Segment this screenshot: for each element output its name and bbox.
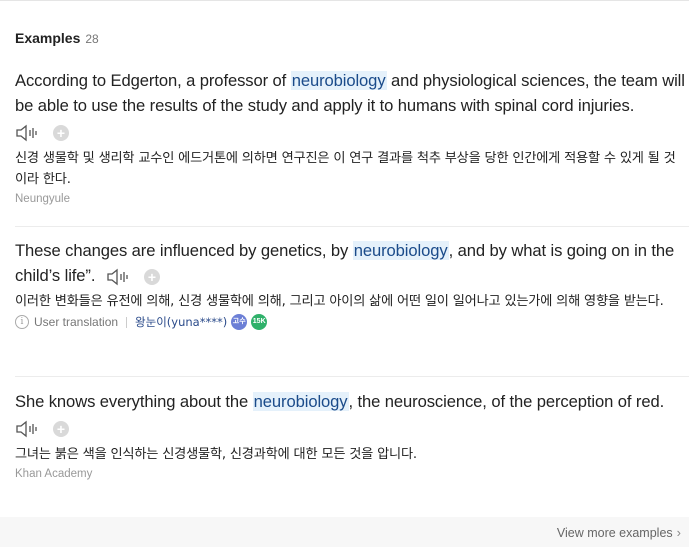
example-source[interactable]: Neungyule [15,193,687,205]
example-translation: 그녀는 붉은 색을 인식하는 신경생물학, 신경과학에 대한 모든 것을 압니다… [15,447,417,462]
highlight-term[interactable]: neurobiology [290,71,387,90]
points-badge: 15K [251,314,268,330]
footer-bar: View more examples › [0,517,689,547]
example-sentence: She knows everything about the neurobiol… [15,392,665,411]
example-item-2: These changes are influenced by genetics… [15,238,687,330]
example-count: 28 [85,32,99,46]
plus-icon[interactable]: + [53,421,69,437]
example-item-1: According to Edgerton, a professor of ne… [15,68,687,205]
speaker-icon[interactable] [15,420,39,438]
top-border [0,0,689,1]
info-icon[interactable]: i [15,315,29,329]
divider [15,376,689,377]
example-translation: 이러한 변화들은 유전에 의해, 신경 생물학에 의해, 그리고 아이의 삶에 … [15,294,664,309]
examples-header: Examples 28 [15,30,99,46]
plus-icon[interactable]: + [53,125,69,141]
plus-icon[interactable]: + [143,268,160,285]
level-badge: 고수 [231,314,248,330]
example-source[interactable]: Khan Academy [15,468,687,480]
translator-name[interactable]: 왕눈이(yuna****) [135,314,227,330]
speaker-icon[interactable] [106,268,130,286]
divider [15,226,689,227]
view-more-label: View more examples [556,525,673,540]
example-translation: 신경 생물학 및 생리학 교수인 에드거톤에 의하면 연구진은 이 연구 결과를… [15,151,676,187]
example-tools: + [106,268,160,286]
view-more-examples-link[interactable]: View more examples › [557,525,681,540]
highlight-term[interactable]: neurobiology [352,241,449,260]
translation-meta: i User translation 왕눈이(yuna****) 고수 15K [15,314,687,330]
chevron-right-icon: › [676,525,681,540]
example-sentence: According to Edgerton, a professor of ne… [15,71,685,115]
highlight-term[interactable]: neurobiology [252,392,349,411]
speaker-icon[interactable] [15,124,39,142]
separator [126,316,128,328]
user-translation-label: User translation [34,315,119,329]
example-sentence: These changes are influenced by genetics… [15,241,675,286]
example-tools: + [15,417,687,441]
example-item-3: She knows everything about the neurobiol… [15,389,687,480]
section-title: Examples [15,30,81,46]
example-tools: + [15,121,687,145]
